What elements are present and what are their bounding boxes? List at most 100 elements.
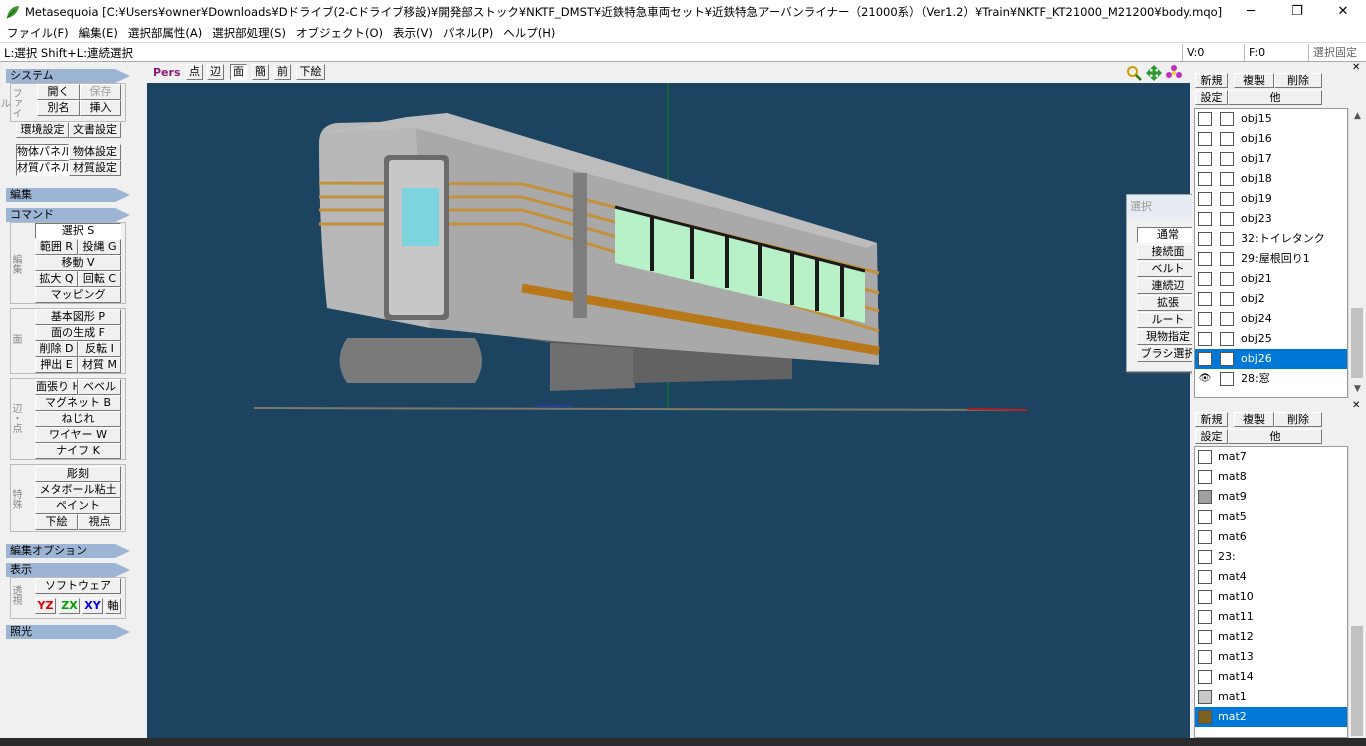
visibility-toggle[interactable] <box>1198 212 1212 226</box>
underlay-tool-button[interactable]: 下絵 <box>35 514 78 530</box>
point-mode-button[interactable]: 点 <box>186 64 203 80</box>
lock-toggle[interactable] <box>1220 112 1234 126</box>
range-tool-button[interactable]: 範囲 R <box>35 239 78 255</box>
scroll-down-icon[interactable]: ▼ <box>1349 381 1366 398</box>
save-button[interactable]: 保存 <box>80 84 121 100</box>
visibility-toggle[interactable] <box>1198 112 1212 126</box>
visibility-toggle[interactable] <box>1198 192 1212 206</box>
material-list-item[interactable]: mat14 <box>1195 667 1347 687</box>
object-list-item[interactable]: 32:トイレタンク <box>1195 229 1347 249</box>
object-list-item[interactable]: obj21 <box>1195 269 1347 289</box>
visibility-toggle[interactable] <box>1198 312 1212 326</box>
lock-toggle[interactable] <box>1220 272 1234 286</box>
maximize-button[interactable]: ❐ <box>1274 0 1320 23</box>
select-brush-button[interactable]: ブラシ選択 <box>1137 346 1199 362</box>
section-lighting[interactable]: 照光 <box>6 625 130 639</box>
material-list-item[interactable]: 23: <box>1195 547 1347 567</box>
select-specified-button[interactable]: 現物指定 <box>1137 329 1199 345</box>
object-list-item[interactable]: obj18 <box>1195 169 1347 189</box>
lasso-tool-button[interactable]: 投縄 G <box>78 239 121 255</box>
sculpt-tool-button[interactable]: 彫刻 <box>35 466 121 482</box>
menu-view[interactable]: 表示(V) <box>388 25 438 41</box>
lock-toggle[interactable] <box>1220 172 1234 186</box>
wire-tool-button[interactable]: ワイヤー W <box>35 427 121 443</box>
material-list-item[interactable]: mat8 <box>1195 467 1347 487</box>
visibility-toggle[interactable] <box>1198 272 1212 286</box>
material-list-item[interactable]: mat6 <box>1195 527 1347 547</box>
object-list-item[interactable]: obj24 <box>1195 309 1347 329</box>
object-list-item[interactable]: obj19 <box>1195 189 1347 209</box>
object-panel-toggle[interactable]: 物体パネル <box>16 144 69 160</box>
document-settings-button[interactable]: 文書設定 <box>69 122 121 138</box>
material-panel-toggle[interactable]: 材質パネル <box>16 160 69 176</box>
paint-tool-button[interactable]: ペイント <box>35 498 121 514</box>
lock-toggle[interactable] <box>1220 292 1234 306</box>
visibility-toggle[interactable] <box>1198 132 1212 146</box>
scale-tool-button[interactable]: 拡大 Q <box>35 271 78 287</box>
zoom-icon[interactable] <box>1126 65 1142 81</box>
material-list-item[interactable]: mat5 <box>1195 507 1347 527</box>
object-delete-button[interactable]: 削除 <box>1274 73 1322 88</box>
lock-toggle[interactable] <box>1220 312 1234 326</box>
rotate-tool-button[interactable]: 回転 C <box>78 271 121 287</box>
magnet-tool-button[interactable]: マグネット B <box>35 395 121 411</box>
open-button[interactable]: 開く <box>37 84 80 100</box>
knife-tool-button[interactable]: ナイフ K <box>35 443 121 459</box>
front-mode-button[interactable]: 前 <box>274 64 291 80</box>
object-other-button[interactable]: 他 <box>1228 90 1322 105</box>
face-mode-button[interactable]: 面 <box>230 64 247 80</box>
select-connected-face-button[interactable]: 接続面 <box>1137 244 1199 260</box>
section-edit[interactable]: 編集 <box>6 188 130 202</box>
select-route-button[interactable]: ルート <box>1137 312 1199 328</box>
software-render-button[interactable]: ソフトウェア <box>35 578 121 594</box>
lock-toggle[interactable] <box>1220 372 1234 386</box>
material-new-button[interactable]: 新規 <box>1195 412 1228 427</box>
material-list-item[interactable]: mat11 <box>1195 607 1347 627</box>
material-list-item[interactable]: mat9 <box>1195 487 1347 507</box>
eye-visibility-icon[interactable]: 👁 <box>1198 372 1212 386</box>
lock-toggle[interactable] <box>1220 232 1234 246</box>
material-list-item[interactable]: mat7 <box>1195 447 1347 467</box>
save-as-button[interactable]: 別名 <box>37 100 80 116</box>
selection-lock-button[interactable]: 選択固定 <box>1308 44 1366 61</box>
menu-file[interactable]: ファイル(F) <box>2 25 74 41</box>
lock-toggle[interactable] <box>1220 332 1234 346</box>
object-list-item[interactable]: obj15 <box>1195 109 1347 129</box>
bevel-tool-button[interactable]: ベベル <box>78 379 121 395</box>
visibility-toggle[interactable] <box>1198 252 1212 266</box>
object-settings-button[interactable]: 物体設定 <box>69 144 121 160</box>
object-list-item[interactable]: obj2 <box>1195 289 1347 309</box>
insert-button[interactable]: 挿入 <box>80 100 121 116</box>
menu-object[interactable]: オブジェクト(O) <box>291 25 388 41</box>
visibility-toggle[interactable] <box>1198 292 1212 306</box>
section-display[interactable]: 表示 <box>6 563 130 577</box>
visibility-toggle[interactable] <box>1198 232 1212 246</box>
object-list-item[interactable]: obj26 <box>1195 349 1347 369</box>
material-list-item[interactable]: mat1 <box>1195 687 1347 707</box>
menu-selection-process[interactable]: 選択部処理(S) <box>207 25 291 41</box>
object-list-item[interactable]: obj17 <box>1195 149 1347 169</box>
material-list-item[interactable]: mat12 <box>1195 627 1347 647</box>
object-list-item[interactable]: obj25 <box>1195 329 1347 349</box>
primitive-tool-button[interactable]: 基本図形 P <box>35 309 121 325</box>
material-list-item[interactable]: mat2 <box>1195 707 1347 727</box>
pan-icon[interactable] <box>1146 65 1162 81</box>
extrude-tool-button[interactable]: 押出 E <box>35 357 78 373</box>
yz-view-button[interactable]: YZ <box>35 598 56 614</box>
material-list[interactable]: mat7 mat8 mat9 mat5 mat6 23: mat4 mat10 mat11 mat… <box>1194 446 1348 738</box>
object-panel-close-icon[interactable]: ✕ <box>1352 62 1360 73</box>
axis-toggle-button[interactable]: 軸 <box>105 598 121 614</box>
twist-tool-button[interactable]: ねじれ <box>35 411 121 427</box>
mapping-tool-button[interactable]: マッピング <box>35 287 121 303</box>
rotate-view-icon[interactable] <box>1166 65 1182 81</box>
menu-help[interactable]: ヘルプ(H) <box>498 25 560 41</box>
material-list-item[interactable]: mat10 <box>1195 587 1347 607</box>
material-list-scrollbar[interactable] <box>1348 446 1365 738</box>
select-expand-button[interactable]: 拡張 <box>1137 295 1199 311</box>
scroll-up-icon[interactable]: ▲ <box>1349 108 1366 125</box>
face-generate-tool-button[interactable]: 面の生成 F <box>35 325 121 341</box>
minimize-button[interactable]: ─ <box>1228 0 1274 23</box>
object-list-item[interactable]: 👁 28:窓 <box>1195 369 1347 389</box>
object-list-item[interactable]: 29:屋根回り1 <box>1195 249 1347 269</box>
simple-mode-button[interactable]: 簡 <box>252 64 269 80</box>
